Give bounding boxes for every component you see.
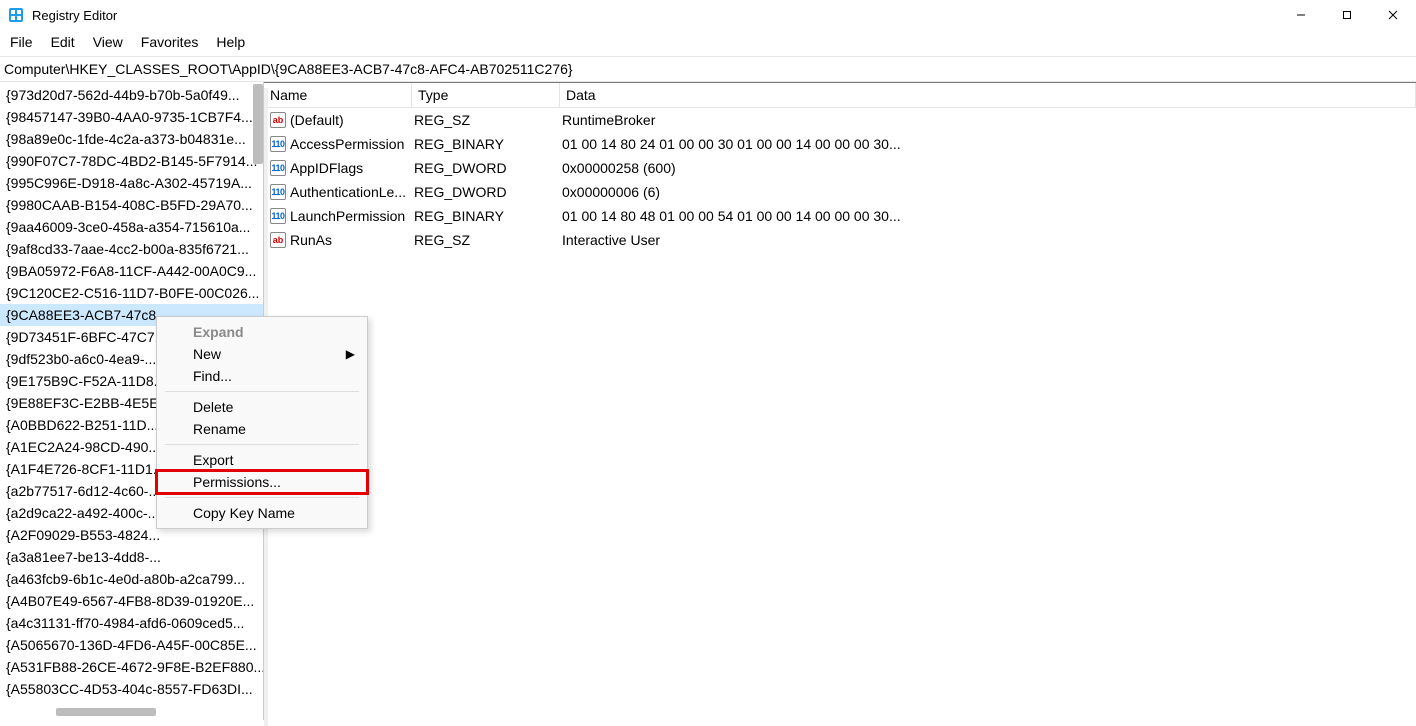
- context-menu-new[interactable]: New ▶: [157, 343, 367, 365]
- context-menu-find[interactable]: Find...: [157, 365, 367, 387]
- binary-value-icon: 110: [270, 208, 286, 224]
- menu-bar: File Edit View Favorites Help: [0, 30, 1416, 56]
- tree-horizontal-scrollbar-thumb[interactable]: [56, 708, 156, 716]
- value-row[interactable]: 110LaunchPermission REG_BINARY 01 00 14 …: [264, 204, 1416, 228]
- context-menu-copy-key-name[interactable]: Copy Key Name: [157, 502, 367, 524]
- tree-item[interactable]: {995C996E-D918-4a8c-A302-45719A...: [0, 172, 263, 194]
- tree-item[interactable]: {990F07C7-78DC-4BD2-B145-5F7914...: [0, 150, 263, 172]
- value-row[interactable]: 110AccessPermission REG_BINARY 01 00 14 …: [264, 132, 1416, 156]
- tree-item[interactable]: {A531FB88-26CE-4672-9F8E-B2EF880...: [0, 656, 263, 678]
- context-menu-separator: [165, 391, 359, 392]
- value-type: REG_DWORD: [412, 156, 560, 180]
- value-data: 0x00000258 (600): [560, 156, 1416, 180]
- chevron-right-icon: ▶: [346, 347, 355, 361]
- value-name: RunAs: [290, 228, 332, 252]
- tree-item[interactable]: {9C120CE2-C516-11D7-B0FE-00C026...: [0, 282, 263, 304]
- tree-item[interactable]: {9aa46009-3ce0-458a-a354-715610a...: [0, 216, 263, 238]
- value-type: REG_BINARY: [412, 132, 560, 156]
- close-button[interactable]: [1370, 0, 1416, 30]
- value-name: LaunchPermission: [290, 204, 405, 228]
- menu-edit[interactable]: Edit: [51, 34, 75, 50]
- context-menu-separator: [165, 497, 359, 498]
- binary-value-icon: 110: [270, 136, 286, 152]
- tree-item[interactable]: {9af8cd33-7aae-4cc2-b00a-835f6721...: [0, 238, 263, 260]
- value-type: REG_DWORD: [412, 180, 560, 204]
- column-header-data[interactable]: Data: [560, 83, 1416, 107]
- value-row[interactable]: 110AuthenticationLe... REG_DWORD 0x00000…: [264, 180, 1416, 204]
- tree-item[interactable]: {a463fcb9-6b1c-4e0d-a80b-a2ca799...: [0, 568, 263, 590]
- context-menu-permissions[interactable]: Permissions...: [157, 471, 367, 493]
- values-header: Name Type Data: [264, 83, 1416, 108]
- context-menu-delete[interactable]: Delete: [157, 396, 367, 418]
- binary-value-icon: 110: [270, 184, 286, 200]
- tree-item[interactable]: {9BA05972-F6A8-11CF-A442-00A0C9...: [0, 260, 263, 282]
- context-menu-separator: [165, 444, 359, 445]
- value-type: REG_SZ: [412, 108, 560, 132]
- menu-help[interactable]: Help: [216, 34, 245, 50]
- value-row[interactable]: ab(Default) REG_SZ RuntimeBroker: [264, 108, 1416, 132]
- context-menu-expand: Expand: [157, 321, 367, 343]
- menu-view[interactable]: View: [93, 34, 123, 50]
- window-title: Registry Editor: [32, 8, 117, 23]
- string-value-icon: ab: [270, 232, 286, 248]
- context-menu-rename[interactable]: Rename: [157, 418, 367, 440]
- tree-item[interactable]: {a4c31131-ff70-4984-afd6-0609ced5...: [0, 612, 263, 634]
- menu-file[interactable]: File: [10, 34, 33, 50]
- value-name: AuthenticationLe...: [290, 180, 406, 204]
- tree-item[interactable]: {973d20d7-562d-44b9-b70b-5a0f49...: [0, 84, 263, 106]
- tree-item[interactable]: {9980CAAB-B154-408C-B5FD-29A70...: [0, 194, 263, 216]
- tree-item[interactable]: {A4B07E49-6567-4FB8-8D39-01920E...: [0, 590, 263, 612]
- value-name: (Default): [290, 108, 344, 132]
- tree-vertical-scrollbar-thumb[interactable]: [253, 84, 263, 164]
- value-name: AppIDFlags: [290, 156, 363, 180]
- menu-favorites[interactable]: Favorites: [141, 34, 199, 50]
- value-type: REG_BINARY: [412, 204, 560, 228]
- values-pane: Name Type Data ab(Default) REG_SZ Runtim…: [264, 82, 1416, 720]
- window-controls: [1278, 0, 1416, 30]
- value-name: AccessPermission: [290, 132, 404, 156]
- tree-item[interactable]: {98a89e0c-1fde-4c2a-a373-b04831e...: [0, 128, 263, 150]
- string-value-icon: ab: [270, 112, 286, 128]
- binary-value-icon: 110: [270, 160, 286, 176]
- value-data: RuntimeBroker: [560, 108, 1416, 132]
- tree-item[interactable]: {98457147-39B0-4AA0-9735-1CB7F4...: [0, 106, 263, 128]
- title-bar: Registry Editor: [0, 0, 1416, 30]
- value-row[interactable]: abRunAs REG_SZ Interactive User: [264, 228, 1416, 252]
- column-header-name[interactable]: Name: [264, 83, 412, 107]
- address-bar[interactable]: Computer\HKEY_CLASSES_ROOT\AppID\{9CA88E…: [0, 56, 1416, 82]
- tree-item[interactable]: {A55803CC-4D53-404c-8557-FD63DI...: [0, 678, 263, 700]
- registry-editor-icon: [8, 7, 24, 23]
- value-data: 01 00 14 80 48 01 00 00 54 01 00 00 14 0…: [560, 204, 1416, 228]
- tree-item[interactable]: {a3a81ee7-be13-4dd8-...: [0, 546, 263, 568]
- tree-context-menu: Expand New ▶ Find... Delete Rename Expor…: [156, 316, 368, 529]
- minimize-button[interactable]: [1278, 0, 1324, 30]
- context-menu-export[interactable]: Export: [157, 449, 367, 471]
- value-data: Interactive User: [560, 228, 1416, 252]
- value-data: 01 00 14 80 24 01 00 00 30 01 00 00 14 0…: [560, 132, 1416, 156]
- context-menu-label: New: [193, 346, 221, 362]
- tree-item[interactable]: {A5065670-136D-4FD6-A45F-00C85E...: [0, 634, 263, 656]
- value-row[interactable]: 110AppIDFlags REG_DWORD 0x00000258 (600): [264, 156, 1416, 180]
- maximize-button[interactable]: [1324, 0, 1370, 30]
- value-type: REG_SZ: [412, 228, 560, 252]
- column-header-type[interactable]: Type: [412, 83, 560, 107]
- value-data: 0x00000006 (6): [560, 180, 1416, 204]
